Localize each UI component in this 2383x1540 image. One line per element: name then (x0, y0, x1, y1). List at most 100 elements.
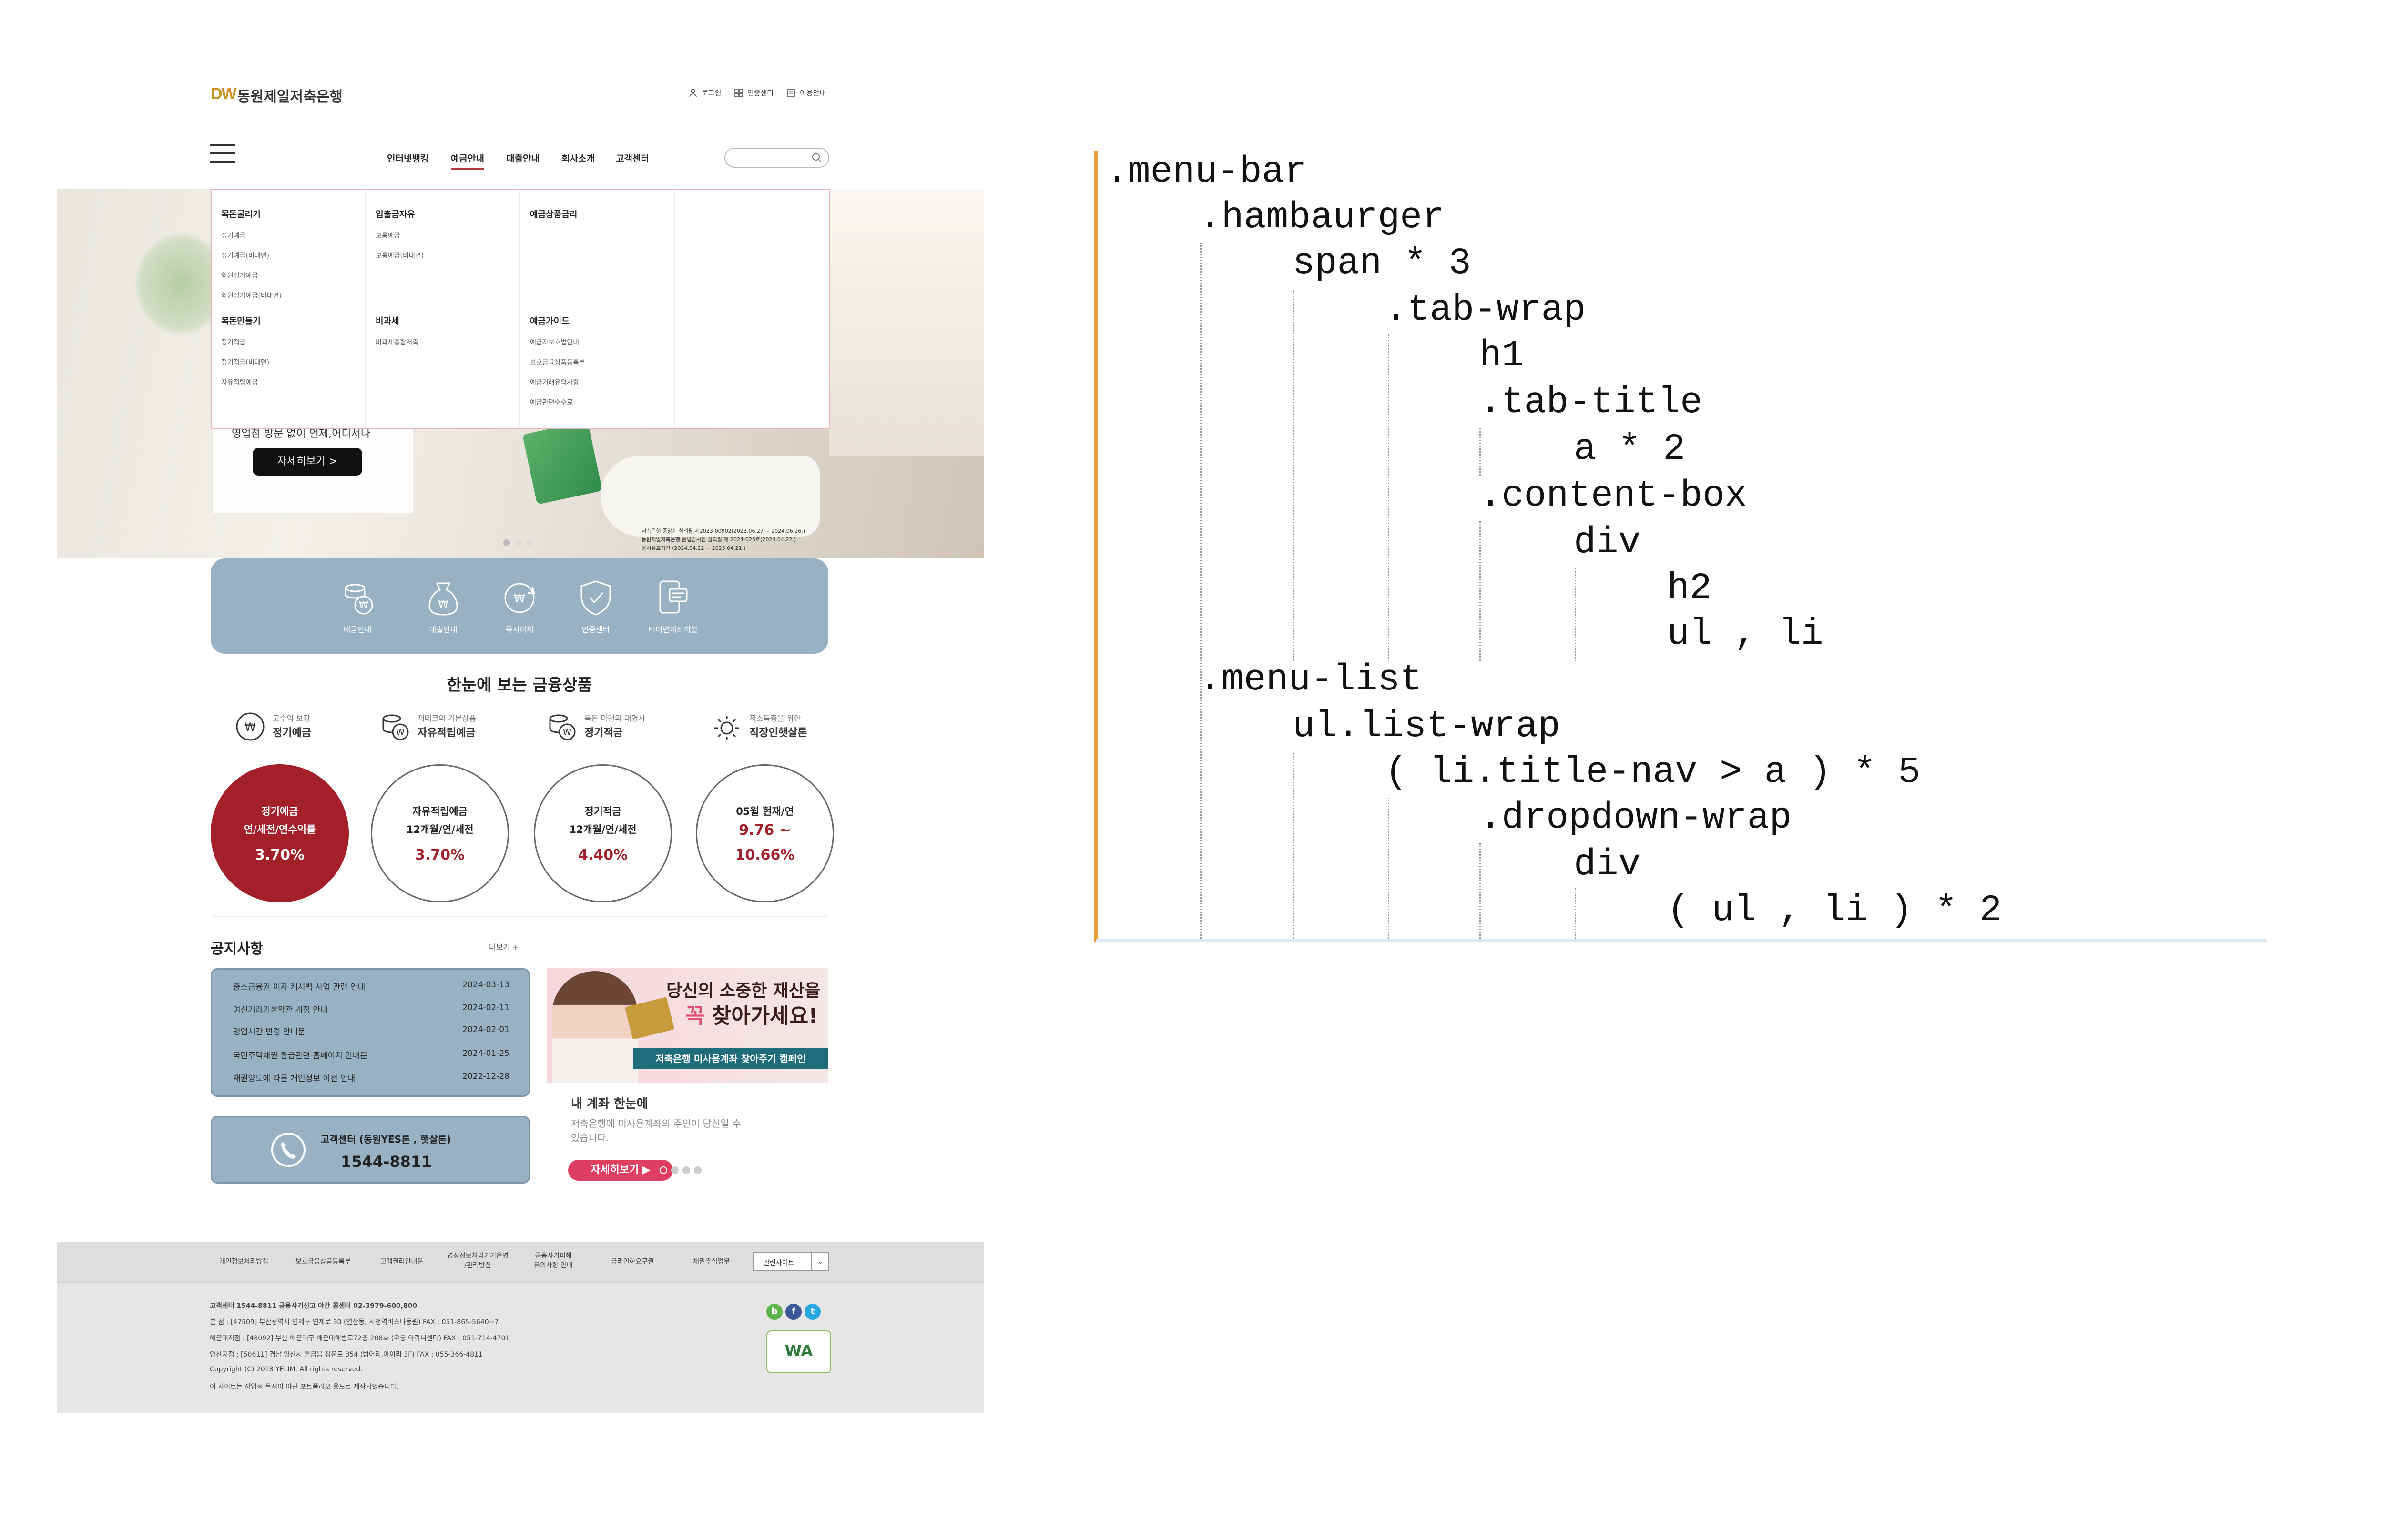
hero-fine-print-1: 저축은행 중앙회 심의필 제2023-00902(2023.06.27 ~ 20… (642, 528, 805, 534)
rate-circle-deposit[interactable]: 정기예금 연/세전/연수익률 3.70% (211, 764, 349, 902)
footer-nav-rate-cut[interactable]: 금리인하요구권 (611, 1257, 654, 1266)
slide-dot[interactable] (526, 539, 533, 546)
notice-row[interactable]: 여신거래기본약관 개정 안내 2024-02-11 (233, 1003, 509, 1015)
mega-col-rates: 예금상품금리 (530, 208, 577, 220)
mega-item[interactable]: 자유적립예금 (221, 377, 269, 387)
product-label: 목돈 마련의 대명사 (584, 714, 645, 723)
mega-item[interactable]: 정기적금(비대면) (221, 357, 269, 367)
mega-col-title[interactable]: 입출금자유 (376, 208, 424, 220)
product-item-deposit[interactable]: ₩ 고수익 보장 정기예금 (234, 710, 348, 743)
mega-item[interactable]: 비과세종합저축 (376, 337, 418, 347)
hamburger-line (210, 161, 235, 163)
quick-cert[interactable]: 인증센터 (558, 578, 634, 635)
blog-icon[interactable]: b (766, 1304, 783, 1320)
slide-dot[interactable] (682, 1166, 690, 1174)
code-line: .tab-wrap (1385, 289, 1586, 331)
mega-item[interactable]: 회원정기예금 (221, 271, 282, 280)
notice-row[interactable]: 채권양도에 따른 개인정보 이전 안내 2022-12-28 (233, 1072, 509, 1084)
mega-item[interactable]: 회원정기예금(비대면) (221, 291, 282, 300)
mega-col-title[interactable]: 목돈굴리기 (221, 208, 282, 220)
mega-item[interactable]: 보호금융상품등록부 (530, 357, 585, 367)
social-icons: b f t (766, 1304, 821, 1320)
logo-text[interactable]: 동원제일저축은행 (237, 85, 343, 106)
indent-guide (1575, 888, 1576, 939)
banner-detail-button[interactable]: 자세히보기 ▶ (568, 1160, 673, 1181)
family-site-select[interactable]: 관련사이트 ⌄ (753, 1252, 829, 1271)
footer-nav-protected-products[interactable]: 보호금융상품등록부 (295, 1257, 351, 1266)
footer-nav-privacy[interactable]: 개인정보처리방침 (219, 1257, 268, 1266)
guide-link[interactable]: 이용안내 (786, 88, 826, 98)
call-center-box[interactable]: 고객센터 (동원YES론 , 햇살론) 1544-8811 (211, 1116, 530, 1184)
gnb-deposit[interactable]: 예금안내 (451, 152, 484, 170)
search-input[interactable] (724, 148, 829, 168)
gnb-company[interactable]: 회사소개 (561, 152, 595, 164)
slide-dot[interactable] (671, 1166, 679, 1174)
mega-col-title[interactable]: 예금상품금리 (530, 208, 577, 220)
quick-loan[interactable]: ₩ 대출안내 (405, 578, 481, 635)
hero-detail-button[interactable]: 자세히보기 > (253, 448, 362, 476)
column-divider (519, 190, 520, 428)
mega-item[interactable]: 보통예금(비대면) (376, 251, 424, 260)
product-item-free-savings[interactable]: ₩ 재테크의 기본상품 자유적립예금 (378, 710, 512, 743)
footer-nav-cctv-policy[interactable]: 영상정보처리기기운영 /관리방침 (447, 1251, 509, 1270)
cert-center-link[interactable]: 인증센터 (734, 88, 774, 98)
hero-fine-print-2: 동원제일저축은행 준법감시인 심의필 제 2024-025호(2024.04.2… (642, 537, 796, 543)
mega-col-lump-sum: 목돈굴리기 정기예금 정기예금(비대면) 회원정기예금 회원정기예금(비대면) (221, 208, 282, 300)
notice-row[interactable]: 국민주택채권 환급관련 홈페이지 안내문 2024-01-25 (233, 1049, 509, 1061)
slide-dot[interactable] (515, 539, 521, 546)
notice-row[interactable]: 영업시간 변경 안내문 2024-02-01 (233, 1025, 509, 1037)
rate-circle-free-savings[interactable]: 자유적립예금 12개월/연/세전 3.70% (371, 764, 509, 902)
mega-item[interactable]: 정기예금(비대면) (221, 251, 282, 260)
banner-slide-dots[interactable] (660, 1166, 702, 1174)
mega-col-title[interactable]: 목돈만들기 (221, 314, 269, 327)
mega-dropdown-menu: 목돈굴리기 정기예금 정기예금(비대면) 회원정기예금 회원정기예금(비대면) … (211, 189, 830, 429)
gnb-customer[interactable]: 고객센터 (616, 152, 649, 164)
footer-nav-debt-collection[interactable]: 채권추심업무 (693, 1257, 730, 1266)
quick-label: 비대면계좌개설 (648, 625, 698, 634)
code-line: a * 2 (1574, 428, 1686, 470)
gnb-internet-banking[interactable]: 인터넷뱅킹 (387, 152, 428, 164)
mega-col-title[interactable]: 비과세 (376, 314, 418, 327)
mega-item[interactable]: 예금관련수수료 (530, 397, 585, 407)
rate-circle-sunshine-loan[interactable]: 05월 현재/연 9.76 ~ 10.66% (696, 764, 834, 902)
document-icon (787, 88, 795, 97)
slide-dot-active[interactable] (660, 1166, 667, 1174)
slide-dot-active[interactable] (503, 539, 510, 546)
notice-more-link[interactable]: 더보기 + (489, 941, 519, 952)
product-item-sunshine-loan[interactable]: 저소득층을 위한 직장인햇살론 (710, 710, 844, 743)
login-link[interactable]: 로그인 (688, 88, 721, 98)
footer-nav-customer-rights[interactable]: 고객권리안내문 (380, 1257, 423, 1266)
mega-col-title[interactable]: 예금가이드 (530, 314, 585, 327)
notice-row[interactable]: 중소금융권 이자 캐시백 사업 관련 안내 2024-03-13 (233, 980, 509, 992)
quick-deposit[interactable]: ₩ 예금안내 (319, 578, 396, 635)
footer-nav-fraud-notice[interactable]: 금융사기피해 유의사항 안내 (534, 1251, 573, 1270)
quick-online-account[interactable]: 비대면계좌개설 (635, 578, 711, 635)
twitter-icon[interactable]: t (805, 1304, 821, 1320)
hero-slide-dots[interactable] (503, 539, 533, 546)
loan-bag-icon: ₩ (428, 582, 458, 616)
hamburger-menu-icon[interactable] (210, 144, 235, 170)
promo-banner[interactable]: 당신의 소중한 재산을 꼭 찾아가세요! 저축은행 미사용계좌 찾아주기 캠페인 (547, 968, 828, 1083)
notice-row-date: 2024-01-25 (462, 1049, 509, 1058)
rate-circle-installment[interactable]: 정기적금 12개월/연/세전 4.40% (534, 764, 672, 902)
mega-item[interactable]: 보통예금 (376, 231, 424, 240)
mega-item[interactable]: 예금자보호법안내 (530, 337, 585, 347)
logo-mark[interactable]: DW (211, 85, 237, 103)
rate-line2: 9.76 ~ (739, 822, 791, 839)
mega-item[interactable]: 정기적금 (221, 337, 269, 347)
slide-dot[interactable] (694, 1166, 702, 1174)
quick-label: 인증센터 (581, 625, 610, 634)
facebook-icon[interactable]: f (785, 1304, 802, 1320)
mega-item[interactable]: 정기예금 (221, 231, 282, 240)
mega-item[interactable]: 예금거래유의사항 (530, 377, 585, 387)
footer-nav-bg (57, 1242, 984, 1283)
search-icon[interactable] (811, 152, 823, 163)
gnb-loan[interactable]: 대출안내 (506, 152, 540, 164)
rate-line1: 정기예금 (261, 806, 298, 817)
product-item-installment[interactable]: ₩ 목돈 마련의 대명사 정기적금 (545, 710, 679, 743)
phone-icon (271, 1133, 306, 1167)
banner-headline-emphasis: 꼭 (685, 1004, 705, 1028)
quick-transfer[interactable]: ₩ 즉시이체 (481, 578, 558, 635)
notice-row-date: 2024-03-13 (462, 980, 509, 990)
notice-row-title: 채권양도에 따른 개인정보 이전 안내 (233, 1074, 356, 1084)
